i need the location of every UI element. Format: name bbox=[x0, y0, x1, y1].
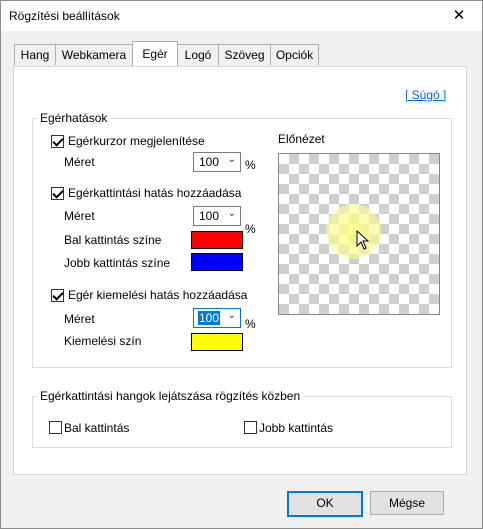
preview-label: Előnézet bbox=[278, 132, 325, 146]
highlight-glow bbox=[326, 204, 381, 259]
title-bar: Rögzítési beállítások ✕ bbox=[1, 1, 482, 31]
tab-hang[interactable]: Hang bbox=[14, 44, 56, 65]
show-cursor-label: Egérkurzor megjelenítése bbox=[68, 134, 205, 148]
highlight-effect-label: Egér kiemelési hatás hozzáadása bbox=[68, 288, 248, 302]
preview-area bbox=[278, 153, 440, 315]
click-sounds-label: Egérkattintási hangok lejátszása rögzíté… bbox=[37, 389, 304, 403]
highlight-size-label: Méret bbox=[64, 312, 95, 326]
chevron-down-icon: ⌄ bbox=[227, 154, 236, 165]
highlight-size-unit: % bbox=[245, 317, 256, 331]
highlight-color-swatch[interactable] bbox=[191, 333, 243, 351]
left-click-sound-label: Bal kattintás bbox=[64, 421, 130, 435]
highlight-size-select[interactable]: 100 ⌄ bbox=[193, 308, 241, 328]
mouse-pointer-icon bbox=[356, 230, 370, 250]
help-link[interactable]: [ Súgó ] bbox=[405, 88, 446, 102]
tab-opciok[interactable]: Opciók bbox=[270, 44, 319, 65]
chevron-down-icon: ⌄ bbox=[227, 208, 236, 219]
close-icon[interactable]: ✕ bbox=[436, 1, 482, 31]
cancel-button[interactable]: Mégse bbox=[370, 491, 444, 515]
click-effect-checkbox[interactable] bbox=[51, 187, 64, 200]
left-click-color-swatch[interactable] bbox=[191, 231, 243, 249]
highlight-color-label: Kiemelési szín bbox=[64, 334, 142, 348]
click-size-unit: % bbox=[245, 222, 256, 236]
window-title: Rögzítési beállítások bbox=[9, 9, 120, 23]
highlight-size-value: 100 bbox=[198, 311, 221, 325]
chevron-down-icon: ⌄ bbox=[227, 310, 236, 321]
cursor-size-label: Méret bbox=[64, 155, 95, 169]
click-size-value: 100 bbox=[199, 209, 220, 223]
left-click-sound-checkbox[interactable] bbox=[49, 421, 62, 434]
right-click-sound-label: Jobb kattintás bbox=[259, 421, 334, 435]
click-size-select[interactable]: 100 ⌄ bbox=[193, 206, 241, 226]
left-click-color-label: Bal kattintás színe bbox=[64, 233, 162, 247]
tab-eger[interactable]: Egér bbox=[132, 41, 178, 66]
ok-button[interactable]: OK bbox=[287, 491, 363, 517]
right-click-color-label: Jobb kattintás színe bbox=[64, 256, 171, 270]
mouse-effects-label: Egérhatások bbox=[37, 111, 111, 125]
show-cursor-checkbox[interactable] bbox=[51, 135, 64, 148]
cursor-size-value: 100 bbox=[199, 155, 220, 169]
right-click-sound-checkbox[interactable] bbox=[244, 421, 257, 434]
click-effect-label: Egérkattintási hatás hozzáadása bbox=[68, 186, 242, 200]
tab-webkamera[interactable]: Webkamera bbox=[55, 44, 133, 65]
right-click-color-swatch[interactable] bbox=[191, 253, 243, 271]
cursor-size-unit: % bbox=[245, 158, 256, 172]
tab-logo[interactable]: Logó bbox=[177, 44, 219, 65]
click-size-label: Méret bbox=[64, 209, 95, 223]
tab-szoveg[interactable]: Szöveg bbox=[218, 44, 271, 65]
cursor-size-select[interactable]: 100 ⌄ bbox=[193, 152, 241, 172]
highlight-effect-checkbox[interactable] bbox=[51, 289, 64, 302]
